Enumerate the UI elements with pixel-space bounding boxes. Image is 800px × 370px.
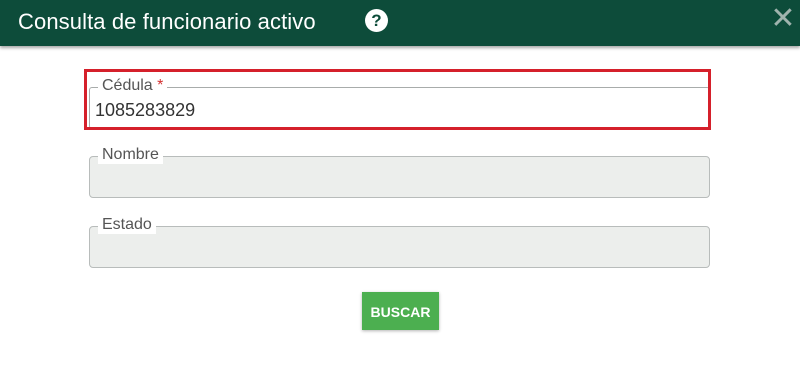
dialog-title: Consulta de funcionario activo bbox=[18, 9, 316, 34]
nombre-label: Nombre bbox=[98, 146, 163, 164]
cedula-highlight-box bbox=[84, 69, 711, 130]
estado-label: Estado bbox=[98, 216, 156, 234]
dialog-header: Consulta de funcionario activo ? ✕ bbox=[0, 0, 800, 46]
dialog: Consulta de funcionario activo ? ✕ Cédul… bbox=[0, 0, 800, 370]
nombre-field: Nombre bbox=[89, 146, 710, 198]
close-icon[interactable]: ✕ bbox=[770, 4, 796, 34]
search-button[interactable]: BUSCAR bbox=[362, 292, 439, 330]
estado-field: Estado bbox=[89, 216, 710, 268]
question-circle-icon[interactable]: ? bbox=[365, 9, 388, 32]
